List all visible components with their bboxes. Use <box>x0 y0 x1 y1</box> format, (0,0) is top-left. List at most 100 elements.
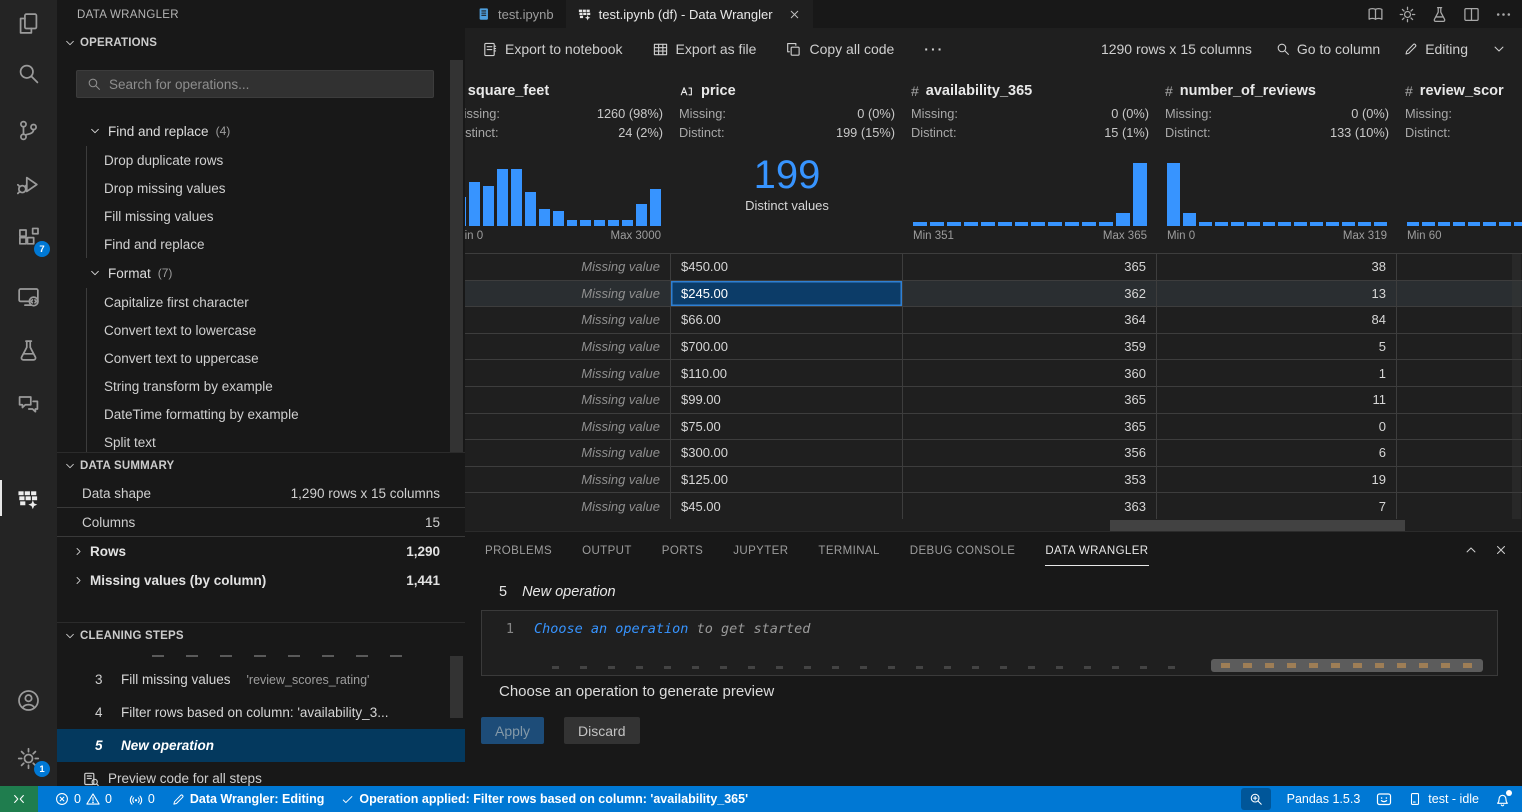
open-preview-icon[interactable] <box>1367 6 1384 23</box>
sidebar-scrollbar[interactable] <box>450 60 463 452</box>
grid-cell[interactable]: 360 <box>903 360 1157 387</box>
activity-item-run-debug[interactable] <box>0 164 57 204</box>
table-row[interactable]: Missing value$75.003650 <box>465 414 1522 441</box>
grid-cell[interactable] <box>1397 281 1522 308</box>
notifications-button[interactable] <box>1495 792 1510 807</box>
grid-cell[interactable]: 363 <box>903 493 1157 519</box>
grid-cell[interactable]: 1 <box>1157 360 1397 387</box>
operation-item[interactable]: Drop missing values <box>104 174 465 202</box>
grid-cell[interactable] <box>1397 387 1522 414</box>
activity-item-account[interactable] <box>0 680 57 720</box>
grid-cell[interactable]: 365 <box>903 387 1157 414</box>
activity-item-data-wrangler[interactable] <box>0 478 57 518</box>
beaker-icon[interactable] <box>1431 6 1448 23</box>
grid-cell[interactable]: $245.00 <box>671 281 903 308</box>
export-to-notebook-button[interactable]: Export to notebook <box>482 41 623 57</box>
activity-item-test-beaker[interactable] <box>0 330 57 370</box>
search-input[interactable] <box>109 77 423 92</box>
data-summary-header[interactable]: DATA SUMMARY <box>57 453 465 479</box>
grid-cell[interactable]: 353 <box>903 467 1157 494</box>
grid-cell[interactable]: 7 <box>1157 493 1397 519</box>
grid-cell[interactable]: 364 <box>903 307 1157 334</box>
grid-cell[interactable]: Missing value <box>465 360 671 387</box>
steps-scrollbar[interactable] <box>450 656 463 718</box>
gear-icon[interactable] <box>1399 6 1416 23</box>
ports-status[interactable]: 0 <box>129 792 155 806</box>
grid-cell[interactable]: $700.00 <box>671 334 903 361</box>
grid-cell[interactable] <box>1397 440 1522 467</box>
grid-vertical-scrollbar[interactable] <box>1512 253 1521 519</box>
tab-data-wrangler[interactable]: test.ipynb (df) - Data Wrangler <box>566 0 813 28</box>
activity-item-search[interactable] <box>0 53 57 93</box>
operations-header[interactable]: OPERATIONS <box>57 30 465 56</box>
grid-cell[interactable]: $300.00 <box>671 440 903 467</box>
column-header-price[interactable]: priceMissing:0 (0%)Distinct:199 (15%)199… <box>671 70 903 246</box>
chevron-up-icon[interactable] <box>1464 543 1478 557</box>
grid-cell[interactable]: $99.00 <box>671 387 903 414</box>
grid-cell[interactable]: $125.00 <box>671 467 903 494</box>
grid-cell[interactable] <box>1397 414 1522 441</box>
grid-cell[interactable]: 362 <box>903 281 1157 308</box>
panel-tab-terminal[interactable]: TERMINAL <box>818 535 879 565</box>
operation-item[interactable]: Fill missing values <box>104 202 465 230</box>
activity-item-source-control[interactable] <box>0 110 57 150</box>
operation-item[interactable]: Drop duplicate rows <box>104 146 465 174</box>
feedback-smiley-icon[interactable] <box>1376 791 1392 807</box>
toolbar-overflow-button[interactable]: ··· <box>924 41 944 57</box>
discard-button[interactable]: Discard <box>564 717 639 744</box>
grid-cell[interactable] <box>1397 360 1522 387</box>
activity-item-files[interactable] <box>0 3 57 43</box>
go-to-column-button[interactable]: Go to column <box>1276 41 1380 57</box>
operation-applied-status[interactable]: Operation applied: Filter rows based on … <box>341 792 748 806</box>
grid-cell[interactable]: $450.00 <box>671 254 903 281</box>
grid-cell[interactable]: Missing value <box>465 493 671 519</box>
export-as-file-button[interactable]: Export as file <box>653 41 757 57</box>
grid-cell[interactable]: Missing value <box>465 334 671 361</box>
table-row[interactable]: Missing value$700.003595 <box>465 334 1522 361</box>
grid-cell[interactable]: $110.00 <box>671 360 903 387</box>
summary-row[interactable]: Columns15 <box>57 508 465 537</box>
operation-item[interactable]: DateTime formatting by example <box>104 400 465 428</box>
close-icon[interactable] <box>788 8 801 21</box>
copy-all-code-button[interactable]: Copy all code <box>786 41 894 57</box>
activity-item-settings[interactable]: 1 <box>0 738 57 778</box>
panel-tab-data-wrangler[interactable]: DATA WRANGLER <box>1045 535 1148 566</box>
panel-tab-output[interactable]: OUTPUT <box>582 535 632 565</box>
split-editor-icon[interactable] <box>1463 6 1480 23</box>
grid-cell[interactable]: 13 <box>1157 281 1397 308</box>
operations-search[interactable] <box>76 70 434 98</box>
operation-item[interactable]: Find and replace <box>104 230 465 258</box>
grid-cell[interactable]: 84 <box>1157 307 1397 334</box>
grid-cell[interactable] <box>1397 334 1522 361</box>
grid-cell[interactable]: Missing value <box>465 281 671 308</box>
grid-cell[interactable]: 356 <box>903 440 1157 467</box>
apply-button[interactable]: Apply <box>481 717 544 744</box>
grid-cell[interactable]: 11 <box>1157 387 1397 414</box>
chevron-down-icon[interactable] <box>1492 42 1506 56</box>
operation-group-1[interactable]: Format(7) <box>57 258 465 288</box>
operation-item[interactable]: String transform by example <box>104 372 465 400</box>
cleaning-steps-header[interactable]: CLEANING STEPS <box>57 623 465 649</box>
editing-mode-button[interactable]: Editing <box>1404 41 1468 57</box>
grid-cell[interactable]: Missing value <box>465 467 671 494</box>
activity-item-comments[interactable] <box>0 384 57 424</box>
tab-test-ipynb[interactable]: test.ipynb <box>465 0 566 28</box>
grid-cell[interactable]: 6 <box>1157 440 1397 467</box>
table-row[interactable]: Missing value$110.003601 <box>465 360 1522 387</box>
activity-item-remote-explorer[interactable] <box>0 276 57 316</box>
column-header-square_feet[interactable]: #square_feetMissing:1260 (98%)Distinct:2… <box>465 70 671 246</box>
grid-cell[interactable]: $66.00 <box>671 307 903 334</box>
grid-cell[interactable]: Missing value <box>465 440 671 467</box>
operation-item[interactable]: Convert text to lowercase <box>104 316 465 344</box>
panel-tab-ports[interactable]: PORTS <box>662 535 703 565</box>
column-header-availability_365[interactable]: #availability_365Missing:0 (0%)Distinct:… <box>903 70 1157 246</box>
operation-item[interactable]: Convert text to uppercase <box>104 344 465 372</box>
operation-code-editor[interactable]: 1 Choose an operation to get started <box>481 610 1498 676</box>
more-actions-icon[interactable] <box>1495 6 1512 23</box>
summary-row[interactable]: Rows1,290 <box>57 537 465 566</box>
table-row[interactable]: Missing value$245.0036213 <box>465 281 1522 308</box>
activity-item-extensions[interactable]: 7 <box>0 218 57 258</box>
cleaning-step-5[interactable]: 5New operation <box>57 729 465 762</box>
grid-cell[interactable] <box>1397 254 1522 281</box>
grid-cell[interactable]: Missing value <box>465 254 671 281</box>
